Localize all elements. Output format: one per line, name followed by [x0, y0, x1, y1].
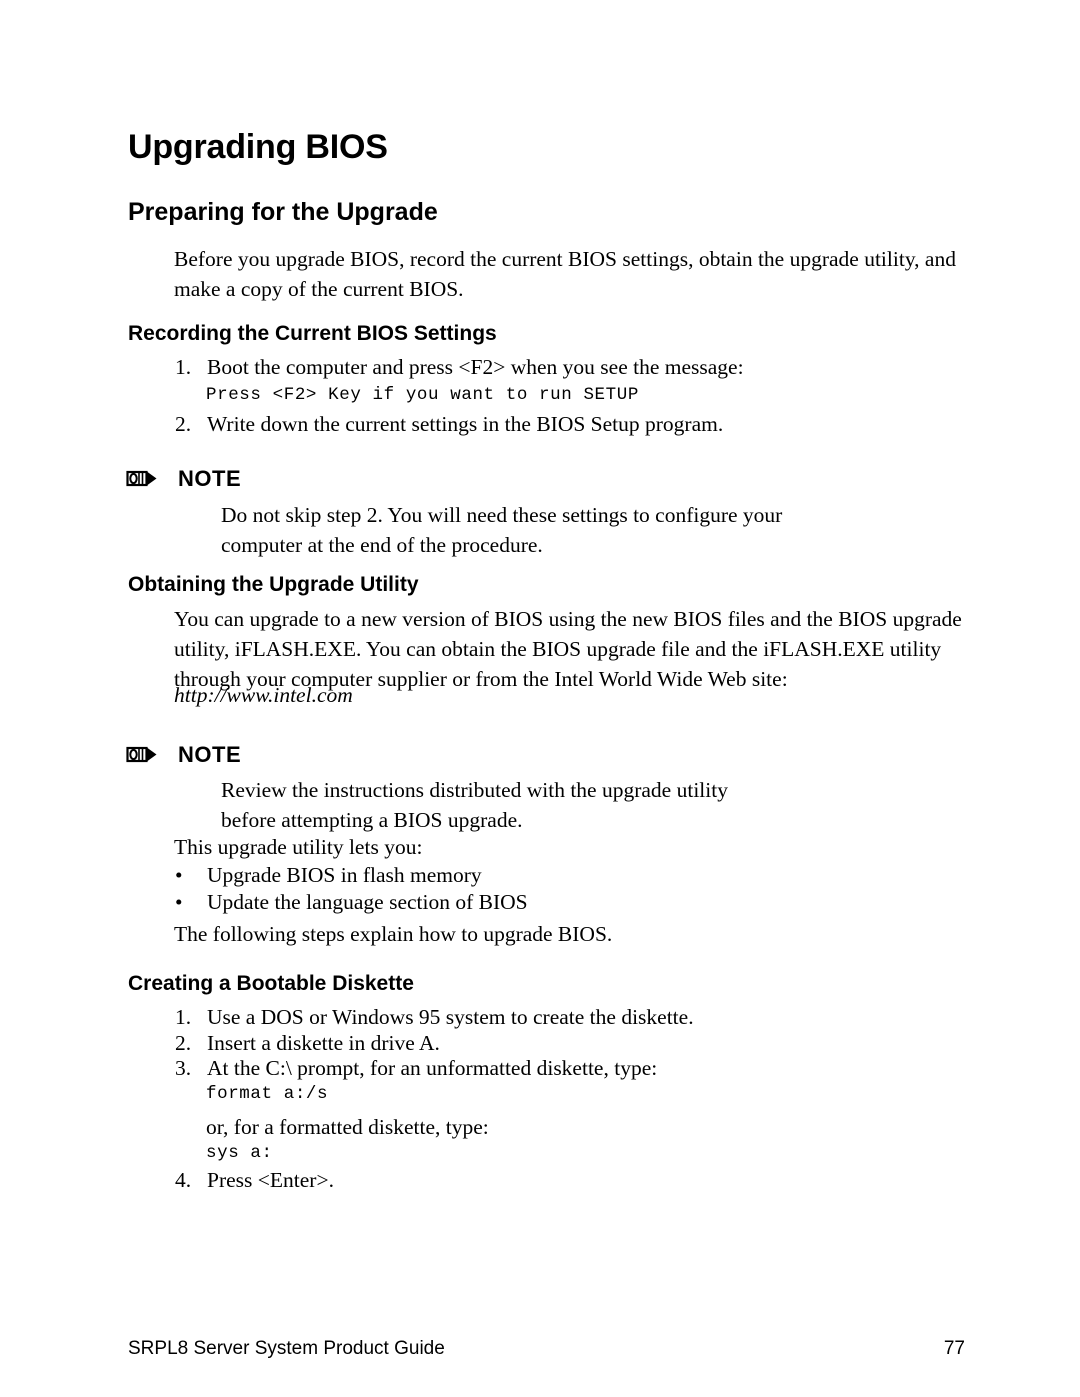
paragraph-utility-lead-in: This upgrade utility lets you:: [174, 835, 423, 859]
heading-obtaining-upgrade-utility: Obtaining the Upgrade Utility: [128, 573, 419, 596]
list-marker: 2.: [175, 412, 192, 436]
document-page: Upgrading BIOS Preparing for the Upgrade…: [0, 0, 1080, 1397]
footer-page-number: 77: [943, 1338, 965, 1359]
note-body-text: Do not skip step 2. You will need these …: [221, 503, 783, 557]
paragraph-preparing-intro: Before you upgrade BIOS, record the curr…: [174, 247, 956, 301]
footer-guide-name: SRPL8 Server System Product Guide: [128, 1338, 445, 1359]
note-label: NOTE: [178, 466, 242, 491]
list-item-text: Boot the computer and press <F2> when yo…: [207, 355, 744, 379]
heading-recording-current-bios-settings: Recording the Current BIOS Settings: [128, 322, 497, 345]
code-line-press-f2: Press <F2> Key if you want to run SETUP: [206, 385, 639, 405]
heading-preparing-for-the-upgrade: Preparing for the Upgrade: [128, 198, 438, 226]
page-title: Upgrading BIOS: [128, 128, 388, 166]
list-item-text: Update the language section of BIOS: [207, 890, 528, 914]
paragraph-utility-closing: The following steps explain how to upgra…: [174, 922, 613, 946]
bullet-marker: •: [175, 890, 183, 914]
list-item-text: At the C:\ prompt, for an unformatted di…: [207, 1056, 658, 1080]
pencil-icon: [126, 744, 158, 766]
list-item-text: Write down the current settings in the B…: [207, 412, 724, 436]
list-marker: 3.: [175, 1056, 192, 1080]
paragraph-formatted-diskette: or, for a formatted diskette, type:: [206, 1115, 489, 1139]
intel-website-url[interactable]: http://www.intel.com: [174, 680, 353, 710]
list-marker: 4.: [175, 1168, 192, 1192]
bullet-marker: •: [175, 863, 183, 887]
note-body-text: Review the instructions distributed with…: [221, 778, 728, 832]
code-line-sys: sys a:: [206, 1143, 273, 1163]
note-label: NOTE: [178, 742, 242, 767]
heading-creating-bootable-diskette: Creating a Bootable Diskette: [128, 972, 414, 995]
code-line-format: format a:/s: [206, 1084, 329, 1104]
pencil-icon: [126, 468, 158, 490]
list-marker: 1.: [175, 355, 192, 379]
list-item-text: Press <Enter>.: [207, 1168, 334, 1192]
list-item-text: Upgrade BIOS in flash memory: [207, 863, 482, 887]
